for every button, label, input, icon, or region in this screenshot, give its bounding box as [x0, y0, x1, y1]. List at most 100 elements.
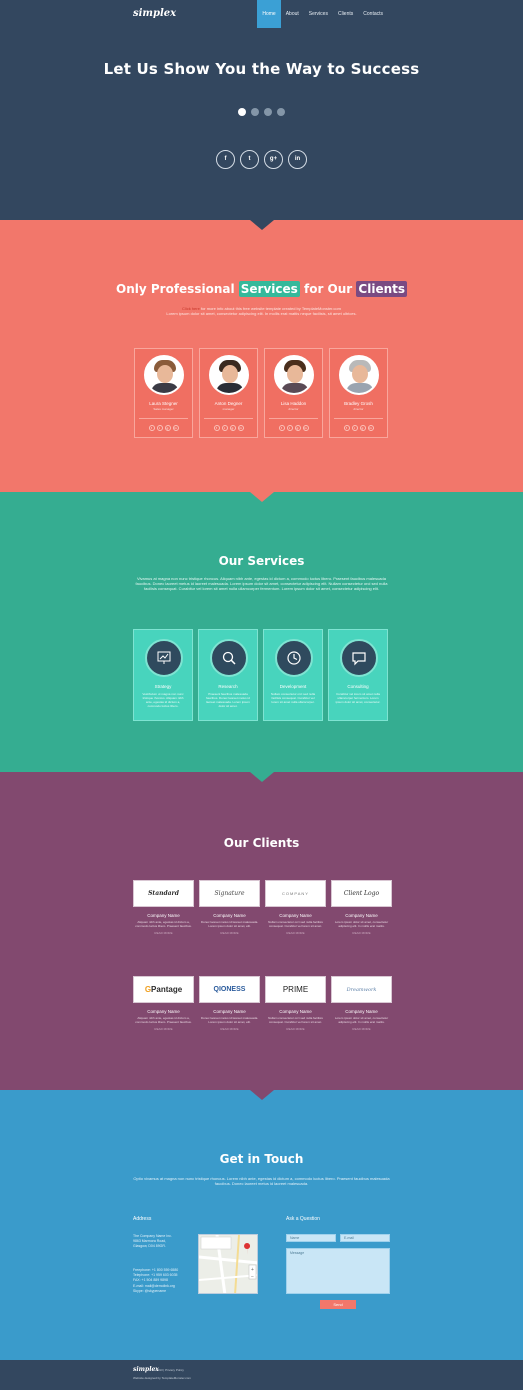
phone-line: Freephone: +1 800 559 6580 [133, 1268, 179, 1272]
team-member-card[interactable]: Bradley Grosh director f t g in [329, 348, 388, 438]
twitter-icon[interactable]: t [286, 425, 293, 431]
client-name: Company Name [345, 913, 378, 918]
email-input[interactable]: E-mail [340, 1234, 390, 1242]
site-logo[interactable]: simplex [133, 8, 176, 19]
slider-dot[interactable] [238, 108, 246, 116]
client-logo[interactable]: QIONESS [199, 976, 260, 1003]
section-arrow [249, 492, 274, 502]
client-card[interactable]: Standard Company Name Aliquam nibh ante,… [133, 880, 194, 950]
read-more-link[interactable]: READ MORE [331, 1027, 392, 1031]
member-socials: f t g in [200, 425, 257, 431]
linkedin-icon[interactable]: in [302, 425, 309, 431]
slider-dot[interactable] [277, 108, 285, 116]
google-plus-icon[interactable]: g [164, 425, 171, 431]
divider [204, 418, 253, 419]
client-logo[interactable]: G Pantage [133, 976, 194, 1003]
clients-section: Our Clients Standard Company Name Aliqua… [0, 772, 523, 1100]
client-name: Company Name [345, 1009, 378, 1014]
client-card[interactable]: Signature Company Name Donec laoreet met… [199, 880, 260, 950]
client-logo[interactable]: PRIME [265, 976, 326, 1003]
menu-item-about[interactable]: About [281, 0, 304, 28]
client-card[interactable]: PRIME Company Name Nullam consectetur or… [265, 976, 326, 1046]
member-name: Laura Stegner [149, 401, 178, 406]
service-text: Curabitur vel lorem sit amet nulla ullam… [335, 692, 381, 704]
location-map[interactable]: + − [198, 1234, 258, 1294]
service-card[interactable]: Strategy Vestibulum ut magna non nunc tr… [133, 629, 193, 721]
avatar [339, 355, 379, 395]
linkedin-icon[interactable]: in [237, 425, 244, 431]
twitter-icon[interactable]: t [351, 425, 358, 431]
main-menu: Home About Services Clients Contacts [257, 0, 388, 28]
client-card[interactable]: QIONESS Company Name Donec laoreet metus… [199, 976, 260, 1046]
client-card[interactable]: Dreamwork Company Name Lorem ipsum dolor… [331, 976, 392, 1046]
send-button[interactable]: Send [320, 1300, 356, 1309]
google-plus-icon[interactable]: g [359, 425, 366, 431]
avatar-body [281, 383, 309, 393]
read-more-link[interactable]: READ MORE [133, 1027, 194, 1031]
read-more-link[interactable]: READ MORE [199, 1027, 260, 1031]
team-section: Only Professional Services for Our Clien… [0, 220, 523, 502]
client-logo[interactable]: Signature [199, 880, 260, 907]
team-member-card[interactable]: Anton Degner manager f t g in [199, 348, 258, 438]
linkedin-icon[interactable]: in [172, 425, 179, 431]
menu-item-services[interactable]: Services [304, 0, 333, 28]
client-logo[interactable]: COMPANY [265, 880, 326, 907]
client-desc: Nullam consectetur orci sed nulla facili… [268, 1016, 323, 1024]
facebook-icon[interactable]: f [343, 425, 350, 431]
read-more-link[interactable]: READ MORE [133, 931, 194, 935]
message-textarea[interactable]: Message [286, 1248, 390, 1294]
client-logo[interactable]: Client Logo [331, 880, 392, 907]
team-title: Only Professional Services for Our Clien… [0, 281, 523, 297]
menu-item-contacts[interactable]: Contacts [358, 0, 388, 28]
client-desc: Lorem ipsum dolor sit amet, consectetur … [334, 920, 389, 928]
member-role: director [288, 407, 299, 411]
facebook-icon[interactable]: f [213, 425, 220, 431]
service-card[interactable]: Development Nullam consectetur orci sed … [263, 629, 323, 721]
title-highlight: Services [238, 281, 300, 297]
facebook-icon[interactable]: f [148, 425, 155, 431]
client-logo-text: Standard [148, 890, 179, 897]
read-more-link[interactable]: READ MORE [265, 1027, 326, 1031]
services-description: Vivamus at magna non nunc tristique rhon… [135, 576, 388, 591]
service-card[interactable]: Consulting Curabitur vel lorem sit amet … [328, 629, 388, 721]
client-card[interactable]: COMPANY Company Name Nullam consectetur … [265, 880, 326, 950]
avatar-face [222, 365, 238, 383]
client-card[interactable]: G Pantage Company Name Aliquam nibh ante,… [133, 976, 194, 1046]
twitter-icon[interactable]: t [156, 425, 163, 431]
team-member-card[interactable]: Laura Stegner Sales manager f t g in [134, 348, 193, 438]
hero-title: Let Us Show You the Way to Success [103, 60, 420, 78]
designer-credit[interactable]: Website designed by TemplateMonster.com [133, 1376, 191, 1380]
client-logo-text: QIONESS [213, 986, 246, 993]
twitter-icon[interactable]: t [221, 425, 228, 431]
google-plus-icon[interactable]: g [229, 425, 236, 431]
client-logo[interactable]: Standard [133, 880, 194, 907]
client-logo[interactable]: Dreamwork [331, 976, 392, 1003]
linkedin-icon[interactable]: in [367, 425, 374, 431]
skype-link[interactable]: Skype: @skypename [133, 1289, 166, 1293]
name-input[interactable]: Name [286, 1234, 336, 1242]
address-line: Glasgow, D04 89GR. [133, 1244, 166, 1248]
read-more-link[interactable]: READ MORE [331, 931, 392, 935]
linkedin-icon[interactable]: in [288, 150, 307, 169]
read-more-link[interactable]: READ MORE [265, 931, 326, 935]
team-member-card[interactable]: Lisa Haddon director f t g in [264, 348, 323, 438]
client-logo-text: Dreamwork [346, 986, 377, 993]
logo-word: Pantage [151, 985, 183, 994]
google-plus-icon[interactable]: g [294, 425, 301, 431]
facebook-icon[interactable]: f [216, 150, 235, 169]
menu-item-clients[interactable]: Clients [333, 0, 358, 28]
slider-dot[interactable] [264, 108, 272, 116]
service-card[interactable]: Research Praesent faucibus malesuada fau… [198, 629, 258, 721]
title-highlight: Clients [356, 281, 407, 297]
svg-text:+: + [251, 1267, 254, 1273]
google-plus-icon[interactable]: g+ [264, 150, 283, 169]
menu-item-home[interactable]: Home [257, 0, 281, 28]
twitter-icon[interactable]: t [240, 150, 259, 169]
slider-dot[interactable] [251, 108, 259, 116]
email-link[interactable]: E-mail: mail@demolink.org [133, 1284, 175, 1288]
facebook-icon[interactable]: f [278, 425, 285, 431]
client-card[interactable]: Client Logo Company Name Lorem ipsum dol… [331, 880, 392, 950]
clients-row: G Pantage Company Name Aliquam nibh ante,… [133, 976, 392, 1046]
avatar [144, 355, 184, 395]
read-more-link[interactable]: READ MORE [199, 931, 260, 935]
